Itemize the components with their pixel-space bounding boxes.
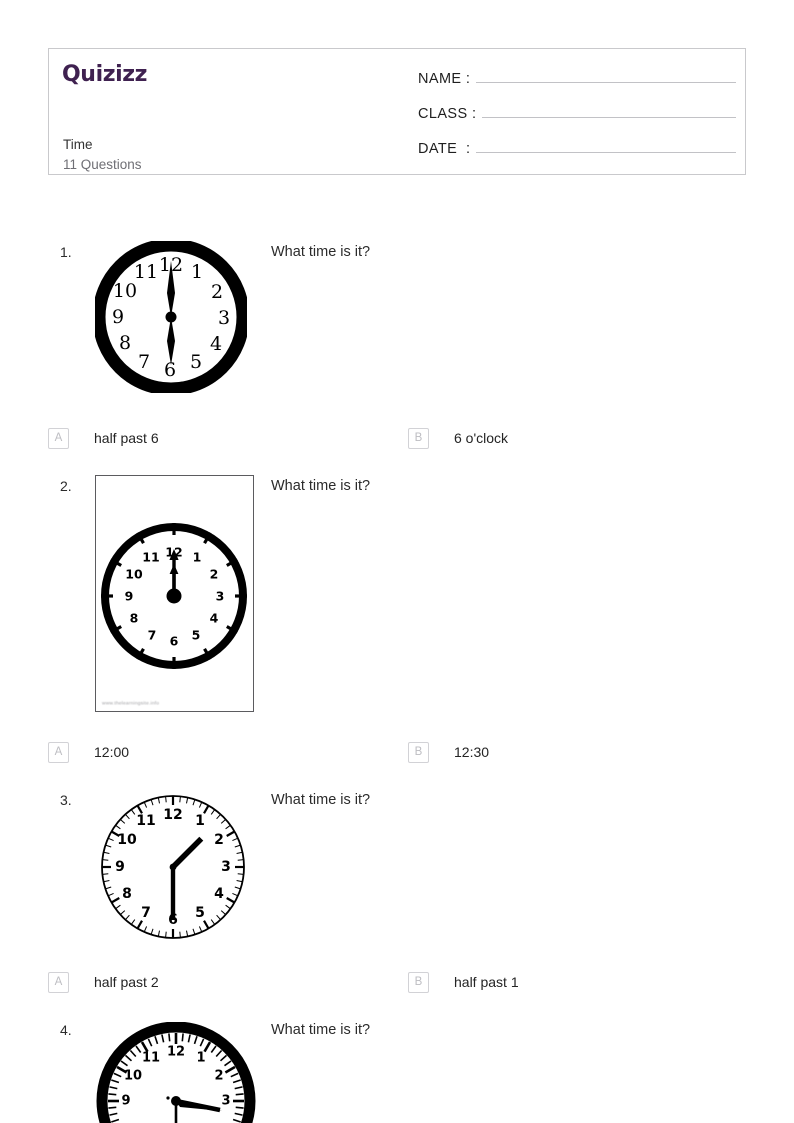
student-info-fields: NAME : CLASS : DATE :	[418, 65, 736, 170]
question-2: 2. What time is it? 1 2 3 4 5 6 7 8 9 10…	[48, 475, 746, 714]
clock-image-watermark: www.thelearningsite.info	[102, 700, 160, 706]
svg-text:8: 8	[122, 886, 132, 902]
svg-text:9: 9	[115, 859, 125, 875]
question-1-prompt: What time is it?	[271, 244, 371, 260]
option-a-text: half past 6	[94, 430, 159, 446]
svg-text:9: 9	[112, 306, 124, 328]
date-field-row: DATE :	[418, 135, 736, 157]
svg-text:5: 5	[195, 905, 205, 921]
question-4-clock-image: 12 1 2 3 11 10 9	[95, 1022, 257, 1123]
svg-text:1: 1	[195, 813, 205, 829]
svg-text:3: 3	[221, 859, 231, 875]
question-1-number: 1.	[60, 244, 72, 260]
question-3-clock-image: 12 1 2 3 4 5 6 7 8 9 10 11	[98, 792, 248, 942]
question-2-answers: A 12:00 B 12:30	[48, 740, 746, 764]
option-letter-a: A	[48, 971, 69, 993]
svg-text:10: 10	[125, 567, 143, 582]
svg-text:10: 10	[124, 1069, 142, 1084]
analog-clock-6-oclock: 12 1 2 3 4 5 6 7 8 9 10 11	[95, 241, 247, 393]
question-3-option-b[interactable]: B half past 1	[408, 970, 519, 994]
svg-text:1: 1	[193, 550, 202, 565]
header-left-section: Quizizz Time 11 Questions	[62, 58, 402, 173]
svg-text:3: 3	[216, 589, 225, 604]
svg-text:5: 5	[190, 351, 202, 373]
svg-text:8: 8	[130, 611, 139, 626]
svg-text:7: 7	[138, 351, 150, 373]
question-3-answers: A half past 2 B half past 1	[48, 970, 746, 994]
option-a-text: 12:00	[94, 744, 130, 760]
name-field-label: NAME :	[418, 71, 471, 87]
svg-text:10: 10	[117, 832, 137, 848]
svg-text:2: 2	[211, 281, 223, 303]
svg-text:9: 9	[121, 1094, 130, 1109]
option-letter-b: B	[408, 427, 429, 449]
svg-text:5: 5	[192, 628, 201, 643]
question-2-clock-image: 12 1 2 3 4 5 6 7 8 9 10 11	[95, 475, 254, 712]
question-3: 3. What time is it? 12 1 2 3 4 5 7 8 9 1…	[48, 792, 746, 940]
option-a-text: half past 2	[94, 974, 159, 990]
name-field-input[interactable]	[476, 65, 736, 83]
option-letter-b: B	[408, 741, 429, 763]
question-3-prompt: What time is it?	[271, 792, 371, 808]
option-b-text: 12:30	[454, 744, 490, 760]
question-2-prompt: What time is it?	[271, 478, 371, 494]
svg-text:12: 12	[163, 807, 182, 823]
svg-text:4: 4	[210, 333, 222, 355]
svg-text:3: 3	[218, 307, 230, 329]
date-field-label: DATE :	[418, 141, 471, 157]
svg-text:3: 3	[221, 1094, 230, 1109]
svg-text:11: 11	[142, 550, 159, 565]
question-4: 4. What time is it? 12 1 2 3 11 10 9	[48, 1022, 746, 1123]
date-field-input[interactable]	[476, 135, 736, 153]
svg-text:6: 6	[170, 634, 179, 649]
question-1-clock-image: 12 1 2 3 4 5 6 7 8 9 10 11	[95, 241, 247, 393]
question-1-option-b[interactable]: B 6 o'clock	[408, 426, 508, 450]
question-1: 1. What time is it? 12 1 2 3 4 5 6 7 8 9…	[48, 241, 746, 404]
svg-text:2: 2	[214, 832, 224, 848]
question-3-number: 3.	[60, 792, 72, 808]
svg-text:7: 7	[141, 905, 151, 921]
svg-text:11: 11	[136, 813, 155, 829]
svg-text:8: 8	[119, 332, 131, 354]
svg-text:7: 7	[148, 628, 157, 643]
question-2-option-b[interactable]: B 12:30	[408, 740, 489, 764]
svg-text:11: 11	[134, 261, 158, 283]
question-2-number: 2.	[60, 478, 72, 494]
analog-clock-3-oclock: 12 1 2 3 11 10 9	[96, 1022, 256, 1123]
svg-text:6: 6	[164, 359, 176, 381]
svg-text:9: 9	[125, 589, 134, 604]
svg-text:2: 2	[214, 1069, 223, 1084]
option-b-text: half past 1	[454, 974, 519, 990]
svg-text:10: 10	[113, 280, 137, 302]
quizizz-logo-text: Quizizz	[62, 62, 148, 87]
option-b-text: 6 o'clock	[454, 430, 509, 446]
svg-text:4: 4	[210, 611, 219, 626]
analog-clock-12-oclock: 12 1 2 3 4 5 6 7 8 9 10 11	[101, 523, 247, 669]
class-field-row: CLASS :	[418, 100, 736, 122]
quizizz-logo: Quizizz	[62, 61, 147, 89]
option-letter-a: A	[48, 741, 69, 763]
option-letter-a: A	[48, 427, 69, 449]
question-2-option-a[interactable]: A 12:00	[48, 740, 129, 764]
class-field-label: CLASS :	[418, 106, 477, 122]
question-3-option-a[interactable]: A half past 2	[48, 970, 159, 994]
question-4-number: 4.	[60, 1022, 72, 1038]
worksheet-page: Quizizz Time 11 Questions NAME : CLASS :…	[0, 0, 794, 1123]
class-field-input[interactable]	[482, 100, 736, 118]
question-1-answers: A half past 6 B 6 o'clock	[48, 426, 746, 450]
svg-text:2: 2	[210, 567, 219, 582]
svg-text:1: 1	[196, 1051, 205, 1066]
name-field-row: NAME :	[418, 65, 736, 87]
question-1-option-a[interactable]: A half past 6	[48, 426, 159, 450]
svg-text:11: 11	[142, 1051, 160, 1066]
worksheet-header: Quizizz Time 11 Questions NAME : CLASS :…	[48, 48, 746, 175]
quiz-title: Time	[63, 137, 93, 152]
analog-clock-half-past-1: 12 1 2 3 4 5 6 7 8 9 10 11	[101, 795, 245, 939]
quiz-question-count: 11 Questions	[63, 157, 142, 172]
option-letter-b: B	[408, 971, 429, 993]
svg-text:12: 12	[167, 1045, 185, 1060]
svg-text:4: 4	[214, 886, 224, 902]
svg-text:1: 1	[191, 261, 203, 283]
question-4-prompt: What time is it?	[271, 1022, 371, 1038]
